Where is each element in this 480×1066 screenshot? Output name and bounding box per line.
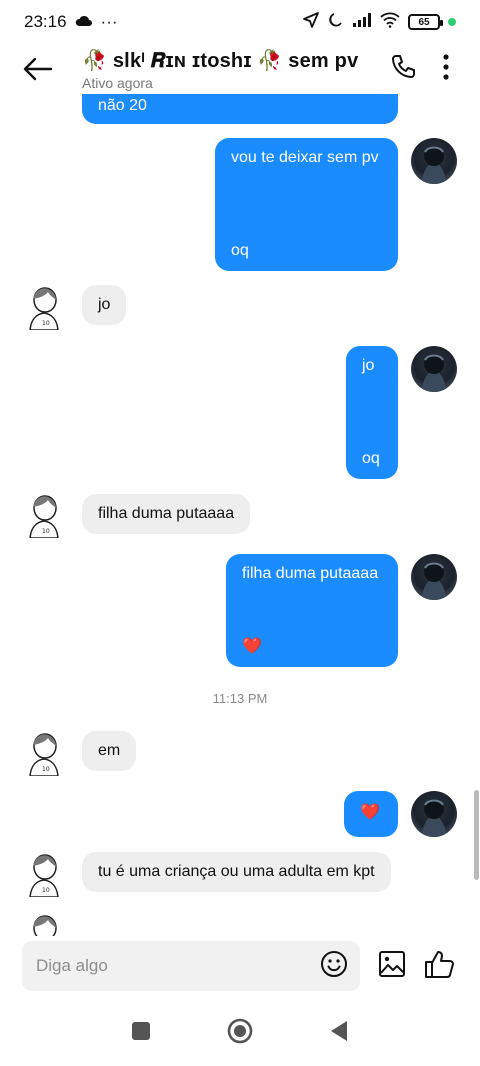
contact-name: 🥀 slkᴵ 𝑹ɪɴ ɪtoshɪ 🥀 sem pv [82,49,359,72]
contact-avatar[interactable] [22,912,66,936]
circle-icon [227,1018,253,1043]
my-avatar[interactable] [411,554,457,600]
battery-level: 65 [418,16,430,28]
message-bubble-incoming[interactable]: jo [82,285,127,325]
message-bubble-outgoing[interactable]: vou te deixar sem pv oq [215,138,398,271]
message-text: vou te deixar sem pv [231,149,379,166]
triangle-back-icon [331,1020,347,1041]
more-options-button[interactable] [442,53,450,86]
message-text: tu é uma criança ou uma adulta em kpt [98,863,375,880]
message-text: filha duma putaaaa [242,565,379,582]
my-avatar[interactable] [411,791,457,837]
message-input[interactable] [36,956,320,976]
phone-icon [392,54,415,78]
contact-avatar[interactable]: 10 [22,492,66,538]
activity-status: Ativo agora [82,74,153,91]
message-timestamp: 11:13 PM [212,691,268,706]
message-text: ❤️ [242,638,262,655]
contact-info[interactable]: 🥀 slkᴵ 𝑹ɪɴ ɪtoshɪ 🥀 sem pv Ativo agora [82,48,358,91]
battery-icon: 65 [408,14,443,30]
message-input-wrapper[interactable] [22,941,360,991]
message-bubble-incoming[interactable]: tu é uma criança ou uma adulta em kpt [82,852,391,892]
svg-text:10: 10 [42,766,50,773]
svg-text:10: 10 [42,528,50,535]
more-vertical-icon [443,53,449,80]
moon-icon [328,12,344,33]
scrollbar[interactable] [474,790,479,880]
privacy-indicator-dot [448,18,456,26]
gallery-button[interactable] [378,950,406,983]
my-avatar[interactable] [411,346,457,392]
contact-avatar[interactable]: 10 [22,851,66,897]
back-button[interactable] [16,47,60,91]
message-text: jo [362,357,375,374]
message-text: oq [362,450,380,467]
message-composer [0,936,480,996]
message-text: jo [98,296,111,313]
call-button[interactable] [390,54,416,85]
message-bubble-incoming[interactable]: filha duma putaaaa [82,494,251,534]
chat-header: 🥀 slkᴵ 𝑹ɪɴ ɪtoshɪ 🥀 sem pv Ativo agora [0,44,480,94]
emoji-button[interactable] [320,950,348,983]
message-list[interactable]: não 20 vou te deixar sem pv oq 10 jo jo … [0,94,480,936]
home-button[interactable] [227,1018,253,1049]
wifi-icon [380,12,400,33]
system-navigation-bar [0,1000,480,1066]
contact-avatar[interactable]: 10 [22,730,66,776]
message-bubble-incoming[interactable]: em [82,731,137,771]
message-bubble-outgoing[interactable]: jo oq [346,346,398,479]
my-avatar[interactable] [411,138,457,184]
message-text: oq [231,242,249,259]
square-icon [132,1021,150,1040]
status-bar: 23:16 ··· 65 [0,0,480,44]
image-icon [379,950,405,977]
message-bubble-outgoing[interactable]: ❤️ [344,791,398,837]
signal-icon [352,12,372,33]
svg-text:10: 10 [42,887,50,894]
message-bubble-outgoing[interactable]: não 20 [82,94,398,124]
status-dots: ··· [100,12,118,31]
message-text: em [98,742,121,759]
emoji-icon [321,950,347,977]
message-bubble-outgoing[interactable]: filha duma putaaaa ❤️ [226,554,398,667]
arrow-left-icon [23,57,53,81]
thumbs-up-icon [425,950,454,978]
svg-text:10: 10 [42,320,50,327]
location-icon [302,11,320,34]
message-text: ❤️ [360,804,380,821]
status-time: 23:16 [24,12,67,31]
recents-button[interactable] [131,1021,151,1046]
back-nav-button[interactable] [329,1020,349,1047]
message-text: não 20 [98,97,147,114]
message-text: filha duma putaaaa [98,505,235,522]
contact-avatar[interactable]: 10 [22,284,66,330]
cloud-icon [75,12,93,32]
like-button[interactable] [424,949,456,984]
